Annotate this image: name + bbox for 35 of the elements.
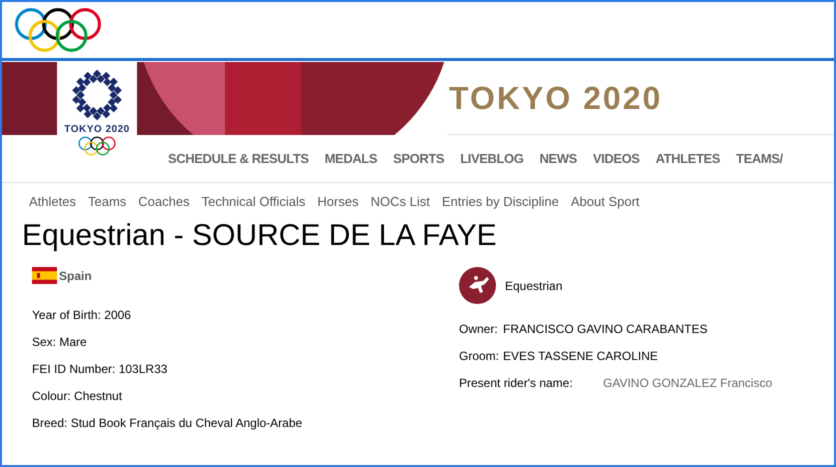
main-nav-link[interactable]: ATHLETES: [656, 148, 720, 168]
detail-text: Colour: Chestnut: [32, 388, 124, 404]
sub-nav-link[interactable]: Technical Officials: [202, 192, 306, 212]
spain-flag-icon: [32, 267, 57, 284]
detail-value: EVES TASSENE CAROLINE: [503, 348, 658, 365]
detail-text: FEI ID Number: 103LR33: [32, 360, 168, 378]
detail-text: Sex: Mare: [32, 334, 88, 350]
sub-nav-link[interactable]: Entries by Discipline: [442, 192, 559, 212]
detail-text: Year of Birth: 2006: [32, 306, 132, 324]
banner-title: TOKYO 2020: [449, 79, 662, 118]
detail-label: Owner:: [459, 321, 495, 338]
main-nav-link[interactable]: MEDALS: [324, 148, 378, 168]
olympic-rings-icon: [14, 7, 102, 53]
country-name: Spain: [59, 268, 92, 284]
main-nav-link[interactable]: TEAMS/: [736, 148, 783, 168]
sub-nav-link[interactable]: NOCs List: [370, 192, 430, 212]
sport-name: Equestrian: [505, 278, 562, 294]
main-nav-link[interactable]: LIVEBLOG: [460, 148, 524, 168]
equestrian-icon: [459, 267, 496, 304]
detail-text: Breed: Stud Book Français du Cheval Anglo-Arabe: [32, 414, 304, 432]
sub-nav-link[interactable]: Teams: [88, 192, 126, 212]
sub-nav-link[interactable]: Coaches: [138, 192, 190, 212]
rider-link[interactable]: GAVINO GONZALEZ Francisco: [603, 374, 772, 392]
sub-nav-link[interactable]: Athletes: [29, 192, 76, 212]
sub-nav-link[interactable]: Horses: [317, 192, 359, 212]
detail-label: Present rider's name:: [459, 375, 574, 392]
main-nav-link[interactable]: VIDEOS: [592, 148, 640, 168]
olympic-rings-icon: [78, 136, 116, 156]
main-nav-link[interactable]: NEWS: [539, 148, 577, 168]
main-nav-link[interactable]: SCHEDULE & RESULTS: [168, 148, 309, 168]
detail-value: FRANCISCO GAVINO CARABANTES: [503, 321, 708, 338]
page-title: Equestrian - SOURCE DE LA FAYE: [21, 218, 498, 254]
main-nav-link[interactable]: SPORTS: [393, 148, 444, 168]
sub-nav-link[interactable]: About Sport: [570, 192, 640, 212]
emblem-caption: TOKYO 2020: [64, 124, 130, 136]
